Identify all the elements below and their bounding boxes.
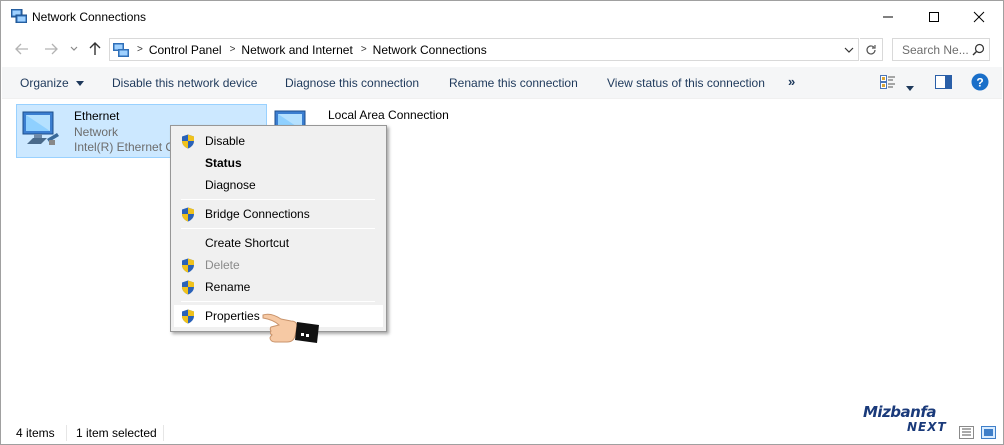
large-icons-view-icon[interactable] xyxy=(981,426,996,439)
maximize-button[interactable] xyxy=(911,1,957,33)
maximize-icon xyxy=(929,12,939,22)
menu-item-status[interactable]: Status xyxy=(174,152,383,174)
refresh-icon xyxy=(866,44,876,55)
breadcrumb-separator-icon: > xyxy=(229,44,236,55)
preview-pane-icon xyxy=(935,75,952,89)
chevron-down-icon xyxy=(906,86,914,91)
menu-item-label: Create Shortcut xyxy=(205,236,290,250)
help-icon: ? xyxy=(971,73,989,91)
up-button[interactable] xyxy=(86,40,104,58)
network-connections-app-icon xyxy=(11,9,27,23)
status-divider xyxy=(163,425,164,441)
connection-name: Local Area Connection xyxy=(328,108,449,122)
back-arrow-icon xyxy=(15,43,28,55)
address-bar[interactable]: > Control Panel > Network and Internet >… xyxy=(109,38,859,61)
chevron-down-icon xyxy=(76,81,85,87)
back-button[interactable] xyxy=(13,40,31,58)
mizbanfa-logo: Mizbanfa NEXT xyxy=(863,403,955,435)
connection-name: Ethernet xyxy=(74,109,120,123)
menu-separator xyxy=(181,301,375,302)
breadcrumb-network-and-internet[interactable]: Network and Internet xyxy=(241,43,352,57)
uac-shield-icon xyxy=(182,309,194,324)
connection-network: Network xyxy=(74,125,119,139)
preview-pane-button[interactable] xyxy=(935,75,952,92)
menu-item-bridge-connections[interactable]: Bridge Connections xyxy=(174,203,383,225)
connection-device: Intel(R) Ethernet Connection xyxy=(74,140,170,154)
menu-separator xyxy=(181,199,375,200)
details-view-icon[interactable] xyxy=(959,426,974,439)
uac-shield-icon xyxy=(182,280,194,295)
refresh-button[interactable] xyxy=(860,38,883,61)
command-bar: Organize Disable this network device Dia… xyxy=(2,67,1002,99)
pointing-hand-cursor-icon xyxy=(262,313,319,343)
status-selected-count: 1 item selected xyxy=(76,426,157,440)
menu-item-label: Properties xyxy=(205,309,260,323)
diagnose-connection-button[interactable]: Diagnose this connection xyxy=(285,76,419,90)
logo-subtitle: NEXT xyxy=(907,420,947,434)
view-status-button[interactable]: View status of this connection xyxy=(607,76,765,90)
up-arrow-icon xyxy=(89,42,101,55)
disable-device-button[interactable]: Disable this network device xyxy=(112,76,257,90)
forward-arrow-icon xyxy=(45,43,58,55)
close-icon xyxy=(973,11,985,23)
menu-item-label: Status xyxy=(205,156,242,170)
minimize-icon xyxy=(883,16,893,18)
breadcrumb-separator-icon: > xyxy=(137,44,143,55)
more-commands-button[interactable]: » xyxy=(788,74,795,89)
uac-shield-icon xyxy=(182,134,194,149)
minimize-button[interactable] xyxy=(865,1,911,33)
menu-item-diagnose[interactable]: Diagnose xyxy=(174,174,383,196)
chevron-down-icon xyxy=(70,46,78,51)
menu-item-label: Bridge Connections xyxy=(205,207,310,221)
menu-item-label: Delete xyxy=(205,258,240,272)
breadcrumb-control-panel[interactable]: Control Panel xyxy=(149,43,222,57)
menu-item-label: Diagnose xyxy=(205,178,256,192)
search-icon xyxy=(972,43,985,56)
address-dropdown-icon[interactable] xyxy=(844,47,854,53)
menu-item-create-shortcut[interactable]: Create Shortcut xyxy=(174,232,383,254)
view-dropdown-button[interactable] xyxy=(906,80,914,94)
title-bar[interactable]: Network Connections xyxy=(1,1,1003,33)
menu-separator xyxy=(181,228,375,229)
breadcrumb-network-connections[interactable]: Network Connections xyxy=(373,43,487,57)
logo-name: Mizbanfa xyxy=(863,403,937,421)
recent-locations-button[interactable] xyxy=(65,40,83,58)
network-adapter-icon xyxy=(22,111,59,145)
search-box[interactable]: Search Ne... xyxy=(892,38,990,61)
search-placeholder: Search Ne... xyxy=(902,42,969,57)
forward-button[interactable] xyxy=(42,40,60,58)
uac-shield-icon xyxy=(182,258,194,273)
menu-item-label: Rename xyxy=(205,280,251,294)
change-view-button[interactable] xyxy=(880,75,896,92)
control-panel-icon xyxy=(113,42,129,57)
menu-item-label: Disable xyxy=(205,134,246,148)
status-divider xyxy=(66,425,67,441)
breadcrumb-separator-icon: > xyxy=(360,44,367,55)
window-title: Network Connections xyxy=(32,10,147,24)
menu-item-disable[interactable]: Disable xyxy=(174,130,383,152)
context-menu: Disable Status Diagnose Bridge Connectio… xyxy=(170,125,387,332)
help-button[interactable]: ? xyxy=(971,73,989,94)
organize-button[interactable]: Organize xyxy=(20,76,85,90)
uac-shield-icon xyxy=(182,207,194,222)
view-details-icon xyxy=(880,75,895,89)
explorer-window: Network Connections > Control Panel > Ne… xyxy=(0,0,1004,445)
svg-text:?: ? xyxy=(976,76,983,90)
status-item-count: 4 items xyxy=(16,426,55,440)
organize-label: Organize xyxy=(20,76,69,90)
rename-connection-button[interactable]: Rename this connection xyxy=(449,76,578,90)
menu-item-delete: Delete xyxy=(174,254,383,276)
menu-item-rename[interactable]: Rename xyxy=(174,276,383,298)
close-button[interactable] xyxy=(956,1,1002,33)
